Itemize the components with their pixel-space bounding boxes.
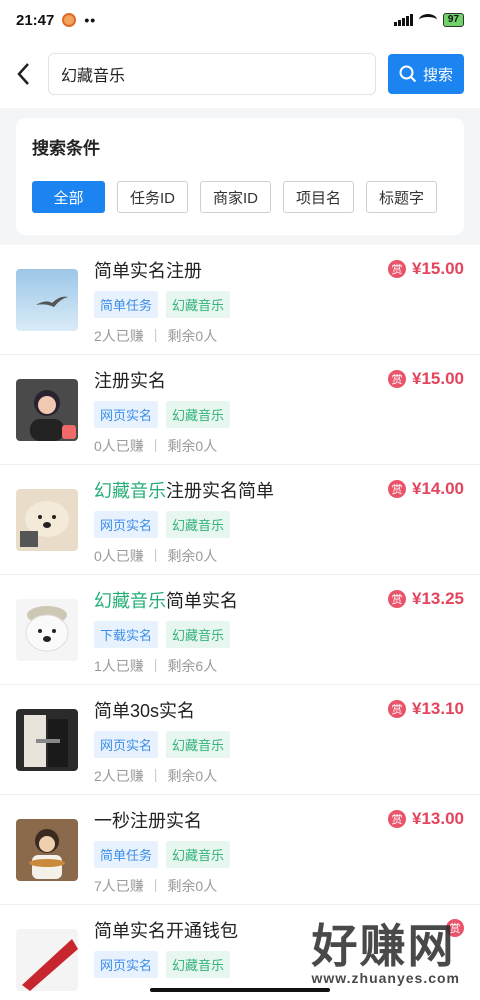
reward-icon: 赏 [388,480,406,498]
filter-title: 搜索条件 [32,139,100,158]
reward-icon: 赏 [388,370,406,388]
chip-title-keyword[interactable]: 标题字 [366,181,438,213]
person-thumbnail [16,709,78,771]
tag-project: 幻藏音乐 [166,511,231,538]
reward: 赏 ¥13.10 [388,699,464,719]
remaining-count: 剩余0人 [167,768,218,784]
remaining-count: 剩余0人 [167,878,218,894]
meta-divider: | [153,436,158,452]
back-button[interactable] [12,62,36,86]
list-item[interactable]: 幻藏音乐简单实名 下载实名 幻藏音乐 1人已赚 | 剩余6人 赏 ¥13.25 [0,575,480,685]
reward-icon: 赏 [388,590,406,608]
earned-count: 0人已赚 [94,548,144,564]
app-notification-icon [62,13,77,27]
meta-divider: | [153,766,158,782]
earned-count: 7人已赚 [94,878,144,894]
remaining-count: 剩余6人 [167,658,218,674]
reward-price: ¥13.25 [412,589,464,608]
reward: 赏 ¥15.00 [388,369,464,389]
tag-project: 幻藏音乐 [166,731,231,758]
filter-chips: 全部 任务ID 商家ID 项目名 标题字 [32,181,448,213]
list-item[interactable]: 幻藏音乐注册实名简单 网页实名 幻藏音乐 0人已赚 | 剩余0人 赏 ¥14.0… [0,465,480,575]
home-indicator[interactable] [150,988,330,992]
search-button[interactable]: 搜索 [388,54,464,94]
reward-icon: 赏 [388,810,406,828]
meta-divider: | [153,656,158,672]
tag-type: 下载实名 [94,621,159,648]
tag-project: 幻藏音乐 [166,951,231,978]
reward: 赏 ¥13.00 [388,809,464,829]
reward-price: ¥15.00 [412,369,464,388]
tag-project: 幻藏音乐 [166,841,231,868]
search-button-label: 搜索 [422,66,453,84]
search-icon [399,65,417,83]
reward: 赏 ¥15.00 [388,259,464,279]
reward-icon: 赏 [388,700,406,718]
list-item[interactable]: 一秒注册实名 简单任务 幻藏音乐 7人已赚 | 剩余0人 赏 ¥13.00 [0,795,480,905]
tag-type: 网页实名 [94,951,159,978]
earned-count: 2人已赚 [94,768,144,784]
remaining-count: 剩余0人 [167,438,218,454]
avatar-thumbnail [16,379,78,441]
meta-divider: | [153,546,158,562]
tag-type: 网页实名 [94,401,159,428]
list-item[interactable]: 注册实名 网页实名 幻藏音乐 0人已赚 | 剩余0人 赏 ¥15.00 [0,355,480,465]
reward-price: ¥13.10 [412,699,464,718]
tag-project: 幻藏音乐 [166,401,231,428]
meta-divider: | [153,876,158,892]
filter-section: 搜索条件 全部 任务ID 商家ID 项目名 标题字 [0,108,480,245]
tag-type: 简单任务 [94,291,159,318]
child-thumbnail [16,819,78,881]
remaining-count: 剩余0人 [167,548,218,564]
earned-count: 1人已赚 [94,658,144,674]
reward-price: ¥14.00 [412,479,464,498]
reward-price: ¥15.00 [412,259,464,278]
status-time: 21:47 [16,11,55,29]
remaining-count: 剩余0人 [167,328,218,344]
list-item[interactable]: 简单30s实名 网页实名 幻藏音乐 2人已赚 | 剩余0人 赏 ¥13.10 [0,685,480,795]
reward: 赏 ¥13.25 [388,589,464,609]
list-item[interactable]: 简单实名注册 简单任务 幻藏音乐 2人已赚 | 剩余0人 赏 ¥15.00 [0,245,480,355]
chevron-left-icon [17,63,29,85]
search-header: 搜索 [0,40,480,108]
task-list: 简单实名注册 简单任务 幻藏音乐 2人已赚 | 剩余0人 赏 ¥15.00 注册… [0,245,480,1000]
tag-project: 幻藏音乐 [166,621,231,648]
earned-count: 0人已赚 [94,438,144,454]
more-notifications-icon: •• [84,12,97,28]
dog-thumbnail [16,599,78,661]
battery-icon: 97 [442,13,464,27]
search-input[interactable] [61,65,363,83]
earned-count: 2人已赚 [94,328,144,344]
chip-merchant-id[interactable]: 商家ID [200,181,272,213]
reward-icon: 赏 [388,260,406,278]
wifi-icon [418,14,437,26]
chip-task-id[interactable]: 任务ID [117,181,189,213]
filter-card: 搜索条件 全部 任务ID 商家ID 项目名 标题字 [16,118,464,235]
tag-type: 简单任务 [94,841,159,868]
search-box [48,53,376,95]
meta-divider: | [153,326,158,342]
tag-project: 幻藏音乐 [166,291,231,318]
seagull-thumbnail [16,269,78,331]
watermark: 好赚网 www.zhuanyes.com [311,920,460,986]
tag-type: 网页实名 [94,511,159,538]
reward-price: ¥13.00 [412,809,464,828]
banner-thumbnail [16,929,78,991]
signal-icon [393,14,413,26]
dog-thumbnail [16,489,78,551]
status-bar: 21:47 •• 97 [0,0,480,40]
reward: 赏 ¥14.00 [388,479,464,499]
chip-all[interactable]: 全部 [32,181,105,213]
chip-project-name[interactable]: 项目名 [283,181,355,213]
tag-type: 网页实名 [94,731,159,758]
